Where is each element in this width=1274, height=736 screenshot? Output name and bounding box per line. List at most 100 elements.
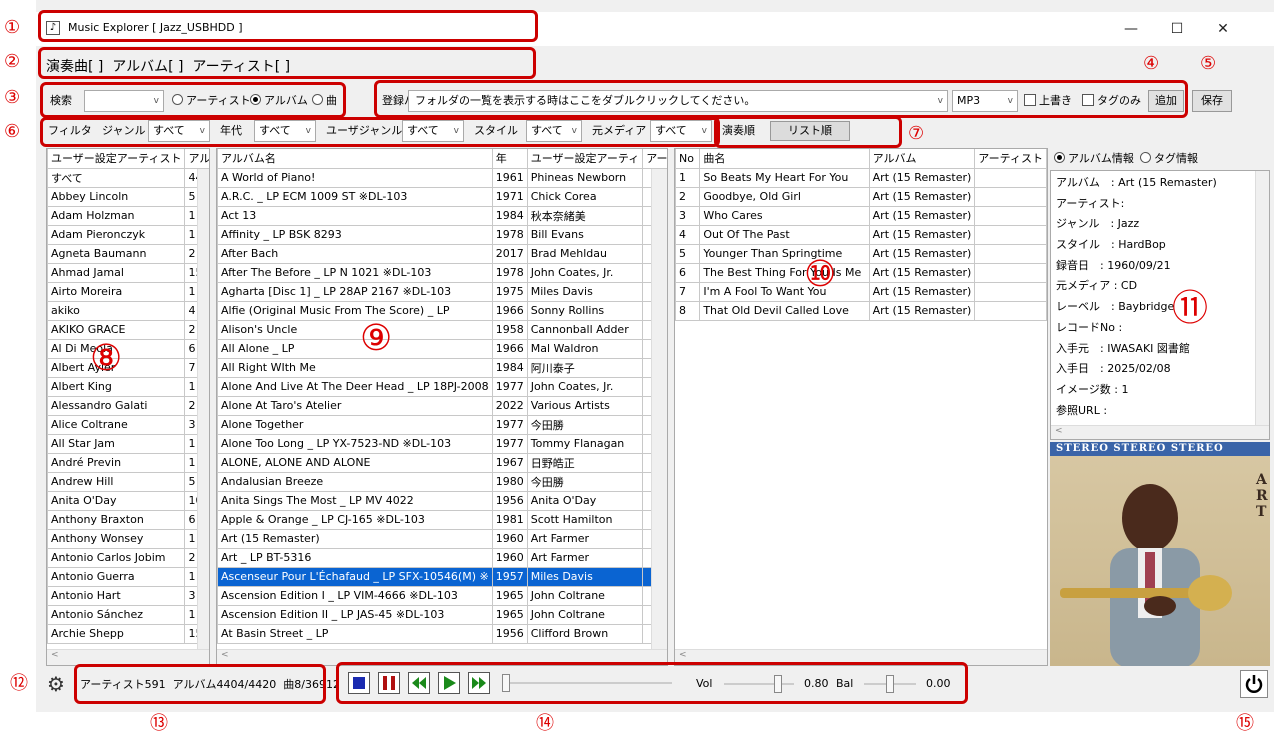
track-row[interactable]: 4 Out Of The Past Art (15 Remaster): [675, 224, 1047, 245]
volume-thumb[interactable]: [774, 675, 782, 693]
album-row[interactable]: All Alone _ LP 1966 Mal Waldron: [217, 338, 667, 359]
minimize-button[interactable]: —: [1108, 14, 1154, 44]
artist-hscrollbar[interactable]: <: [47, 649, 209, 665]
track-row[interactable]: 3 Who Cares Art (15 Remaster): [675, 205, 1047, 226]
balance-slider[interactable]: [864, 675, 916, 693]
artist-row[interactable]: Alessandro Galati 2: [47, 395, 209, 416]
filter-user-genre-select[interactable]: すべて v: [402, 120, 464, 142]
album-row[interactable]: Andalusian Breeze 1980 今田勝: [217, 471, 667, 492]
album-row[interactable]: All Right WIth Me 1984 阿川泰子: [217, 357, 667, 378]
artist-count-header[interactable]: アル: [184, 149, 209, 169]
album-scrollbar[interactable]: [651, 169, 667, 649]
info-hscrollbar[interactable]: <: [1051, 425, 1269, 439]
artist-row[interactable]: Antonio Hart 3: [47, 585, 209, 606]
album-row[interactable]: After The Before _ LP N 1021 ※DL-103 1978…: [217, 262, 667, 283]
seek-slider[interactable]: [502, 674, 672, 692]
album-row[interactable]: Art _ LP BT-5316 1960 Art Farmer: [217, 547, 667, 568]
album-row[interactable]: Art (15 Remaster) 1960 Art Farmer: [217, 528, 667, 549]
pause-button[interactable]: [378, 672, 400, 694]
track-row[interactable]: 7 I'm A Fool To Want You Art (15 Remaster): [675, 281, 1047, 302]
track-no-header[interactable]: No: [675, 149, 701, 169]
artist-row[interactable]: Alice Coltrane 3: [47, 414, 209, 435]
album-row[interactable]: Ascension Edition I _ LP VIM-4666 ※DL-10…: [217, 585, 667, 606]
artist-row[interactable]: All Star Jam 1: [47, 433, 209, 454]
filter-year-select[interactable]: すべて v: [254, 120, 316, 142]
track-row[interactable]: 1 So Beats My Heart For You Art (15 Remast…: [675, 167, 1047, 188]
info-scrollbar[interactable]: [1255, 171, 1269, 425]
album-user-artist-header[interactable]: ユーザー設定アーティ: [526, 149, 644, 169]
save-button[interactable]: 保存: [1192, 90, 1232, 112]
artist-row[interactable]: Agneta Baumann 2: [47, 243, 209, 264]
artist-row[interactable]: André Previn 1: [47, 452, 209, 473]
album-row[interactable]: At Basin Street _ LP 1956 Clifford Brown: [217, 623, 667, 644]
artist-row[interactable]: akiko 4: [47, 300, 209, 321]
track-title-header[interactable]: 曲名: [699, 149, 870, 169]
rewind-button[interactable]: [408, 672, 430, 694]
artist-row[interactable]: Antonio Guerra 1: [47, 566, 209, 587]
volume-slider[interactable]: [724, 675, 794, 693]
album-row[interactable]: Alone Together 1977 今田勝: [217, 414, 667, 435]
filter-media-select[interactable]: すべて v: [650, 120, 712, 142]
track-row[interactable]: 2 Goodbye, Old Girl Art (15 Remaster): [675, 186, 1047, 207]
album-row[interactable]: Affinity _ LP BSK 8293 1978 Bill Evans: [217, 224, 667, 245]
search-combo[interactable]: v: [84, 90, 164, 112]
filter-style-select[interactable]: すべて v: [526, 120, 582, 142]
power-button[interactable]: [1240, 670, 1268, 698]
artist-list[interactable]: ユーザー設定アーティストアル すべて442(Abbey Lincoln5Adam…: [46, 148, 210, 666]
album-name-header[interactable]: アルバム名: [217, 149, 493, 169]
artist-row[interactable]: Andrew Hill 5: [47, 471, 209, 492]
overwrite-checkbox[interactable]: 上書き: [1024, 90, 1072, 112]
artist-row[interactable]: Adam Pieronczyk 1: [47, 224, 209, 245]
artist-header[interactable]: ユーザー設定アーティスト: [47, 149, 186, 169]
radio-album[interactable]: アルバム: [250, 90, 308, 112]
album-year-header[interactable]: 年: [491, 149, 528, 169]
album-row[interactable]: Apple & Orange _ LP CJ-165 ※DL-103 1981 Sc…: [217, 509, 667, 530]
artist-row[interactable]: Archie Shepp 15: [47, 623, 209, 644]
album-row[interactable]: After Bach 2017 Brad Mehldau: [217, 243, 667, 264]
tags-only-checkbox[interactable]: タグのみ: [1082, 90, 1141, 112]
track-album-header[interactable]: アルバム: [868, 149, 976, 169]
album-hscrollbar[interactable]: <: [217, 649, 667, 665]
artist-row[interactable]: Airto Moreira 1: [47, 281, 209, 302]
album-row[interactable]: A World of Piano! 1961 Phineas Newborn: [217, 167, 667, 188]
album-row[interactable]: Alison's Uncle 1958 Cannonball Adder: [217, 319, 667, 340]
artist-scrollbar[interactable]: [197, 169, 209, 649]
balance-thumb[interactable]: [886, 675, 894, 693]
track-row[interactable]: 8 That Old Devil Called Love Art (15 Remas…: [675, 300, 1047, 321]
radio-song[interactable]: 曲: [312, 90, 337, 112]
album-row[interactable]: Agharta [Disc 1] _ LP 28AP 2167 ※DL-103 1…: [217, 281, 667, 302]
radio-album-info[interactable]: アルバム情報: [1054, 148, 1134, 170]
album-list[interactable]: アルバム名 年 ユーザー設定アーティ アー A World of Piano! 1…: [216, 148, 668, 666]
stop-button[interactable]: [348, 672, 370, 694]
track-hscrollbar[interactable]: <: [675, 649, 1047, 665]
album-row[interactable]: Ascension Edition II _ LP JAS-45 ※DL-103…: [217, 604, 667, 625]
artist-row[interactable]: Albert Ayler 7: [47, 357, 209, 378]
radio-artist[interactable]: アーティスト: [172, 90, 251, 112]
album-row[interactable]: A.R.C. _ LP ECM 1009 ST ※DL-103 1971 Chick…: [217, 186, 667, 207]
settings-gear-icon[interactable]: ⚙: [44, 672, 68, 696]
add-button[interactable]: 追加: [1148, 90, 1184, 112]
fast-forward-button[interactable]: [468, 672, 490, 694]
album-row[interactable]: ALONE, ALONE AND ALONE 1967 日野皓正: [217, 452, 667, 473]
radio-tag-info[interactable]: タグ情報: [1140, 148, 1198, 170]
artist-row[interactable]: Ahmad Jamal 15: [47, 262, 209, 283]
artist-row[interactable]: Albert King 1: [47, 376, 209, 397]
album-row[interactable]: Alone At Taro's Atelier 2022 Various Artis…: [217, 395, 667, 416]
album-artist-header[interactable]: アー: [642, 149, 667, 169]
album-row[interactable]: Act 13 1984 秋本奈緒美: [217, 205, 667, 226]
play-button[interactable]: [438, 672, 460, 694]
album-row[interactable]: Alone Too Long _ LP YX-7523-ND ※DL-103 19…: [217, 433, 667, 454]
artist-row[interactable]: Antonio Carlos Jobim 2: [47, 547, 209, 568]
list-order-button[interactable]: リスト順: [770, 121, 850, 141]
album-row[interactable]: Alfie (Original Music From The Score) _ …: [217, 300, 667, 321]
track-row[interactable]: 6 The Best Thing For You Is Me Art (15 Rem…: [675, 262, 1047, 283]
close-button[interactable]: ✕: [1200, 14, 1246, 44]
maximize-button[interactable]: ☐: [1154, 14, 1200, 44]
artist-row[interactable]: Abbey Lincoln 5: [47, 186, 209, 207]
artist-row[interactable]: Adam Holzman 1: [47, 205, 209, 226]
album-row[interactable]: Anita Sings The Most _ LP MV 4022 1956 Ani…: [217, 490, 667, 511]
track-artist-header[interactable]: アーティスト: [974, 149, 1047, 169]
artist-row[interactable]: Antonio Sánchez 1: [47, 604, 209, 625]
album-row[interactable]: Alone And Live At The Deer Head _ LP 18P…: [217, 376, 667, 397]
album-row[interactable]: Ascenseur Pour L'Échafaud _ LP SFX-10546…: [217, 566, 667, 587]
